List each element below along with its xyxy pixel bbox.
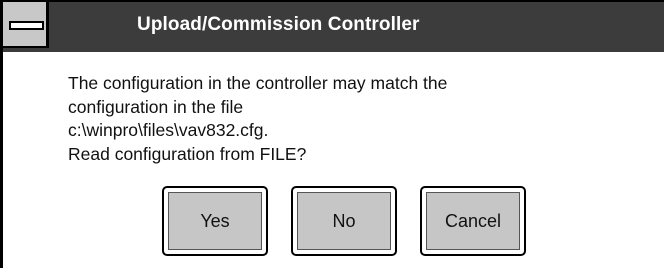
yes-button[interactable]: Yes: [162, 186, 268, 256]
no-button-label: No: [297, 192, 391, 250]
upload-commission-dialog: Upload/Commission Controller The configu…: [0, 0, 664, 268]
message-question: Read configuration from FILE?: [68, 143, 307, 164]
cancel-button[interactable]: Cancel: [420, 186, 526, 256]
message-line: configuration in the file: [68, 96, 244, 117]
dialog-title: Upload/Commission Controller: [137, 14, 420, 35]
yes-button-label: Yes: [168, 192, 262, 250]
system-menu-icon: [9, 21, 44, 30]
dialog-message: The configuration in the controller may …: [68, 72, 648, 166]
title-bar[interactable]: Upload/Commission Controller: [3, 2, 664, 52]
cancel-button-label: Cancel: [426, 192, 520, 250]
message-line: The configuration in the controller may …: [68, 73, 448, 93]
system-menu-button[interactable]: [3, 2, 49, 48]
no-button[interactable]: No: [291, 186, 397, 256]
message-file-path: c:\winpro\files\vav832.cfg.: [68, 120, 269, 140]
